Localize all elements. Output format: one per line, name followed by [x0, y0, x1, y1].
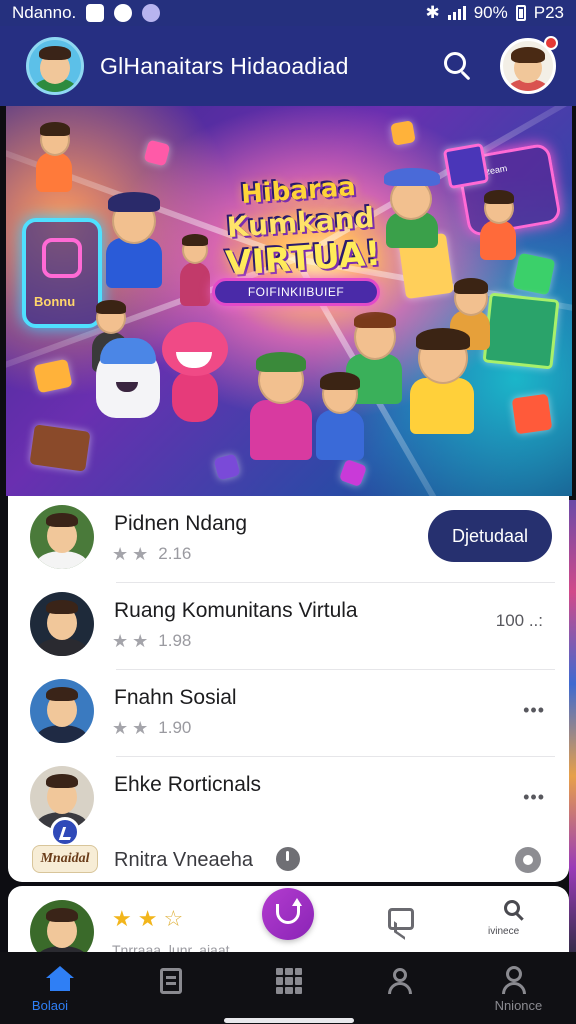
clock-icon	[276, 847, 300, 871]
list-item[interactable]: Ruang Komunitans Virtula ★ ★ 1.98 100 ..…	[8, 583, 569, 670]
list-item[interactable]: Fnahn Sosial ★ ★ 1.90 •••	[8, 670, 569, 757]
floating-tile-icon	[442, 142, 490, 190]
grid-icon	[276, 968, 302, 994]
list-item-title: Fnahn Sosial	[114, 686, 237, 709]
rating-value: 1.90	[158, 718, 192, 737]
status-bar: Ndanno. ✱ 90% P23	[0, 0, 576, 26]
carrier-name: Ndanno.	[12, 3, 77, 22]
floating-tile-icon	[511, 393, 553, 435]
chat-icon[interactable]	[388, 908, 414, 930]
list-item-title: Pidnen Ndang	[114, 512, 248, 535]
verified-badge-icon	[50, 817, 80, 847]
list-item-title: Ruang Komunitans Virtula	[114, 599, 358, 622]
star-icon: ★	[137, 906, 158, 931]
ghost-mascot-illustration	[96, 338, 160, 418]
document-icon	[160, 968, 182, 994]
floating-tile-icon	[143, 139, 171, 167]
adjacent-page-edge	[569, 500, 576, 960]
search-icon[interactable]	[502, 898, 528, 924]
battery-icon	[515, 5, 526, 21]
avatar	[30, 505, 94, 569]
app-title: GlHanaitars Hidaoadiad	[100, 52, 349, 79]
floating-tile-icon	[338, 458, 368, 488]
hero-subtitle-pill: FOIFINKIIBUIEF	[212, 278, 380, 306]
floating-tile-icon	[512, 252, 556, 296]
nav-home[interactable]: Bolaoi	[0, 952, 115, 1024]
search-label: ivinece	[488, 926, 520, 937]
clock: P23	[533, 3, 564, 22]
list-item[interactable]: Pidnen Ndang ★ ★ 2.16 Djetudaal	[8, 496, 569, 583]
rating-value: 2.16	[158, 544, 192, 563]
status-icon[interactable]	[515, 847, 541, 873]
neon-app-panel: Bonnu	[22, 218, 102, 328]
battery-percent: 90%	[473, 3, 508, 22]
people-icon	[386, 966, 414, 994]
floating-photo-icon	[482, 292, 560, 370]
notification-app-icon	[86, 4, 105, 22]
profile-button[interactable]	[500, 36, 558, 94]
nav-label: Bolaoi	[31, 998, 69, 1013]
rating: ★ ★ 1.90	[112, 718, 191, 738]
star-outline-icon: ☆	[163, 906, 184, 931]
more-options-button[interactable]: •••	[523, 787, 545, 808]
app-header: GlHanaitars Hidaoadiad	[0, 26, 576, 106]
rating: ★ ★ 1.98	[112, 631, 191, 651]
list-item-title: Ehke Rorticnals	[114, 773, 262, 796]
avatar	[30, 679, 94, 743]
star-icon: ★	[132, 631, 149, 651]
star-icon: ★	[112, 631, 129, 651]
avatar	[30, 592, 94, 656]
hero-banner[interactable]: Bonnu Kobzeam Hibaraa Kumkand VIRTUA! FO…	[6, 106, 572, 496]
profile-icon	[500, 964, 528, 994]
list-item[interactable]: Ehke Rorticnals ••• Mnaidal Rnitra Vneae…	[8, 757, 569, 882]
more-options-button[interactable]: 100 ..:	[496, 611, 543, 631]
more-options-button[interactable]: •••	[523, 700, 545, 721]
monster-mascot-illustration	[158, 322, 232, 422]
home-icon	[46, 966, 74, 992]
nav-label: Nnionce	[494, 998, 543, 1013]
star-icon: ★	[112, 906, 132, 931]
star-icon: ★	[132, 544, 149, 564]
floating-tile-icon	[213, 453, 241, 481]
notification-dot	[544, 36, 558, 50]
bluetooth-icon: ✱	[425, 3, 440, 22]
floating-tile-icon	[390, 120, 416, 146]
star-icon: ★	[112, 718, 129, 738]
rating: ★ ★ ☆	[112, 906, 183, 932]
home-indicator	[224, 1018, 354, 1023]
floating-tile-icon	[29, 424, 91, 472]
floating-tile-icon	[33, 358, 73, 394]
star-icon: ★	[112, 544, 129, 564]
refresh-fab-button[interactable]	[262, 888, 314, 940]
neon-panel-text: Bonnu	[34, 294, 76, 309]
join-button[interactable]: Djetudaal	[428, 510, 552, 562]
bottom-navigation: Bolaoi Nnionce	[0, 952, 576, 1024]
header-avatar[interactable]	[26, 37, 84, 95]
notification-avatar-icon	[142, 4, 161, 22]
hero-title: Hibaraa Kumkand VIRTUA!	[213, 170, 390, 285]
signal-icon	[447, 6, 466, 20]
rating-value: 1.98	[158, 631, 192, 650]
tag-label: Mnaidal	[32, 845, 98, 873]
search-icon[interactable]	[440, 48, 476, 84]
notification-link-icon	[114, 4, 133, 22]
list-item-subtitle: Rnitra Vneaeha	[114, 849, 253, 871]
refresh-icon	[276, 898, 302, 924]
community-list: Pidnen Ndang ★ ★ 2.16 Djetudaal Ruang Ko…	[8, 496, 569, 882]
rating: ★ ★ 2.16	[112, 544, 191, 564]
star-icon: ★	[132, 718, 149, 738]
